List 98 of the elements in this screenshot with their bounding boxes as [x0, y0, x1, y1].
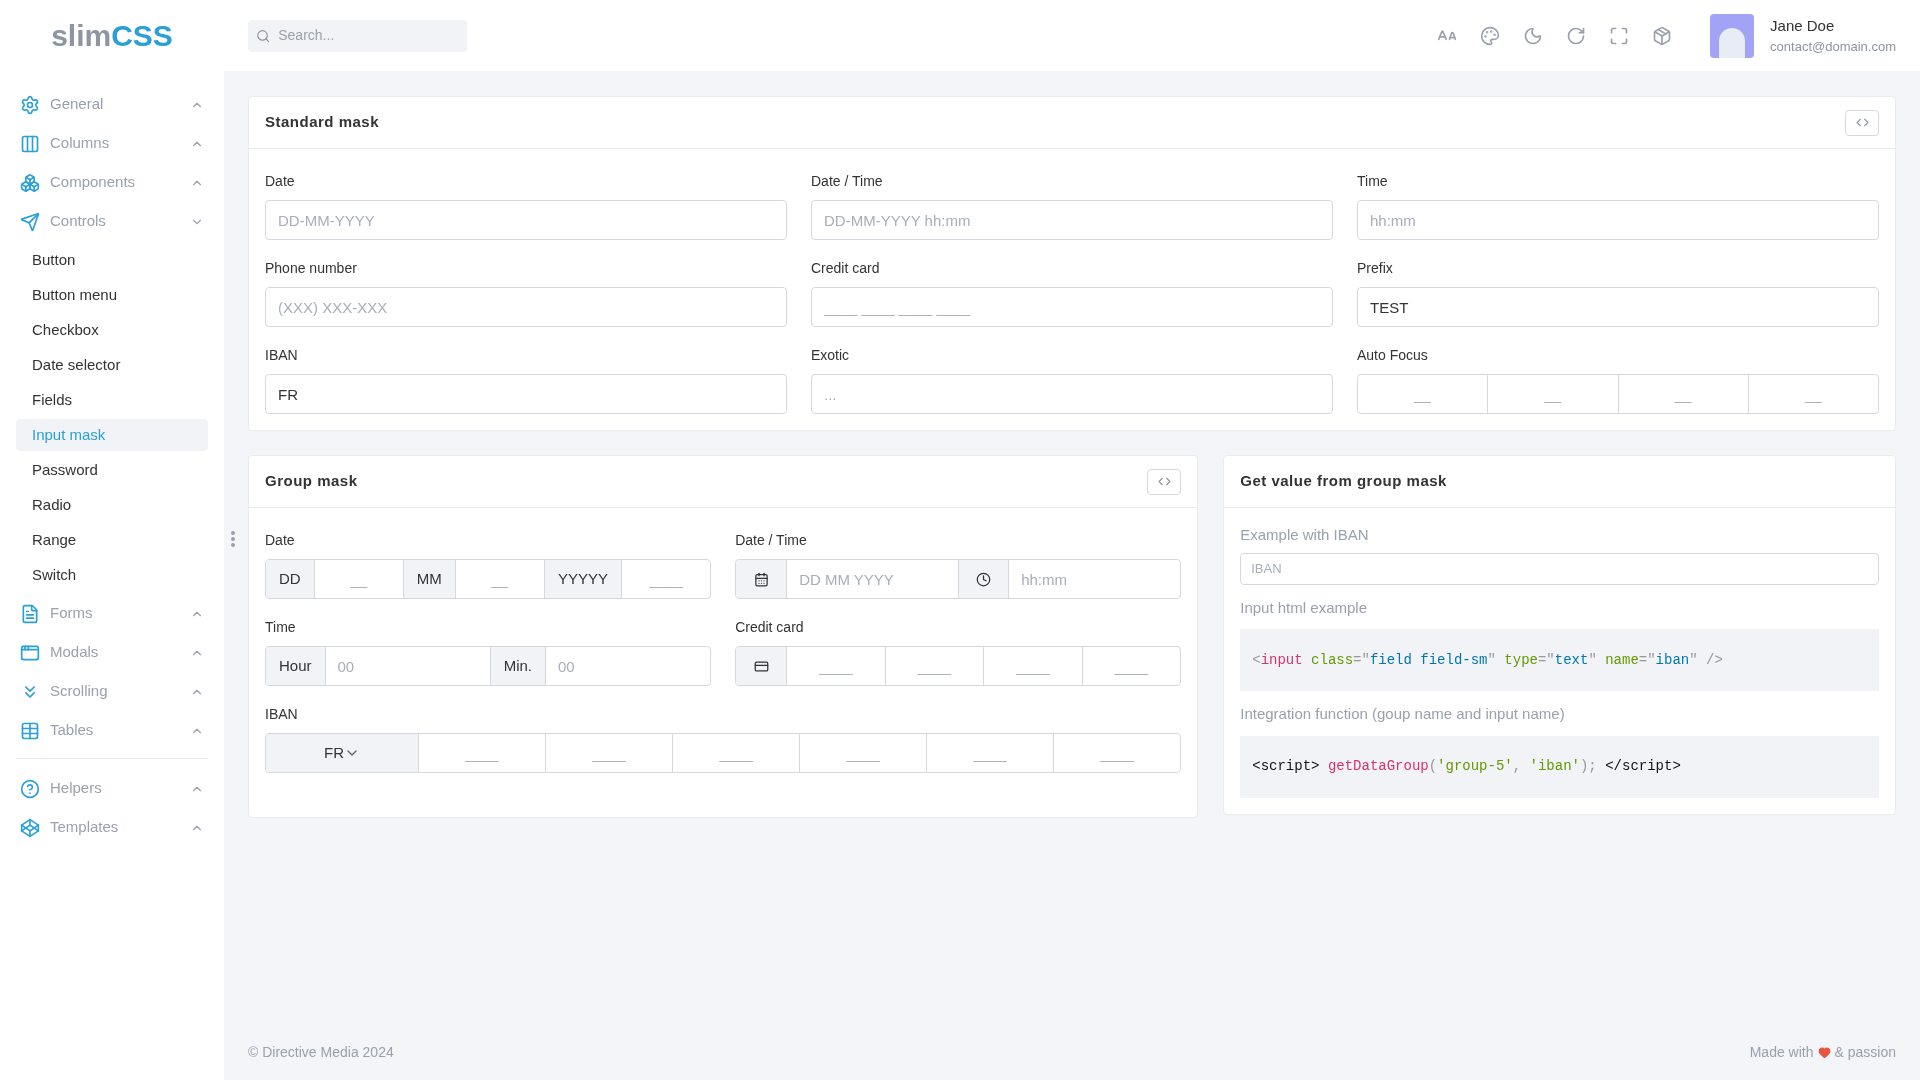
section-label: Input html example — [1240, 597, 1368, 618]
input-field[interactable]: ____ ____ ____ ____ — [811, 287, 1333, 327]
help-icon — [20, 778, 40, 799]
iban-field[interactable]: IBAN — [1240, 552, 1879, 585]
code-button[interactable] — [1845, 109, 1879, 136]
nav-item[interactable]: Fields — [16, 384, 208, 416]
card-title: Group mask — [265, 471, 358, 492]
input-field[interactable]: TEST — [1357, 287, 1879, 327]
field-label: IBAN — [265, 346, 299, 365]
segment-field[interactable]: ____ — [545, 734, 673, 772]
input-group[interactable]: DD __ MM __ YYYYY ____ — [265, 559, 712, 599]
avatar[interactable] — [1710, 13, 1755, 58]
moon-icon[interactable] — [1523, 25, 1544, 46]
input-group[interactable]: FR ____ ____ ____ ____ ____ ____ — [265, 733, 1182, 773]
field-label: Exotic — [811, 346, 851, 365]
search-icon — [256, 27, 271, 44]
fullscreen-icon[interactable] — [1609, 25, 1630, 46]
footer-text: & passion — [1834, 1042, 1896, 1062]
addon-label: DD — [266, 560, 314, 598]
section-label: Integration function (goup name and input name) — [1240, 704, 1566, 724]
cubes-icon — [20, 172, 40, 193]
card-title: Get value from group mask — [1240, 471, 1447, 492]
nav-item[interactable]: Date selector — [16, 349, 208, 381]
nav-item[interactable]: Switch — [16, 559, 208, 591]
nav-item[interactable]: Password — [16, 454, 208, 486]
segment-field[interactable]: ____ — [983, 647, 1082, 685]
cube-outline-icon — [20, 817, 40, 838]
field-label: Prefix — [1357, 259, 1394, 278]
nav-item[interactable]: Checkbox — [16, 314, 208, 346]
code-icon — [1855, 116, 1869, 129]
addon-label: Min. — [489, 647, 545, 685]
nav-item[interactable]: Button — [16, 244, 208, 276]
card-title: Standard mask — [265, 112, 380, 133]
copyright-text: © Directive Media 2024 — [248, 1042, 394, 1062]
segment-field[interactable]: ____ — [926, 734, 1054, 772]
segment-field[interactable]: ____ — [621, 560, 711, 598]
segment-field[interactable]: ____ — [799, 734, 927, 772]
nav-item[interactable]: Radio — [16, 489, 208, 521]
input-field[interactable]: DD-MM-YYYY — [265, 200, 787, 240]
search-bar[interactable]: Search... — [248, 19, 467, 52]
calendar-icon — [753, 571, 769, 587]
search-input[interactable]: Search... — [278, 25, 459, 46]
box-icon[interactable] — [1652, 25, 1673, 46]
segment-field[interactable]: ____ — [786, 647, 885, 685]
input-field[interactable]: DD-MM-YYYY hh:mm — [811, 200, 1333, 240]
addon-label: MM — [402, 560, 455, 598]
code-icon — [1157, 475, 1171, 488]
input-field[interactable]: FR — [265, 374, 787, 414]
field-label: Date — [265, 531, 296, 550]
columns-icon — [20, 133, 40, 154]
addon-label: Hour — [266, 647, 325, 685]
input-field[interactable]: ... — [811, 374, 1333, 414]
clock-icon — [976, 571, 992, 587]
field-label: Credit card — [811, 259, 881, 278]
input-group[interactable]: Hour 00 Min. 00 — [265, 646, 712, 686]
paper-plane-icon — [20, 211, 40, 232]
credit-card-icon — [753, 658, 769, 674]
nav-item[interactable]: Button menu — [16, 279, 208, 311]
segment-field[interactable]: __ — [313, 560, 403, 598]
segment-field[interactable]: ____ — [1081, 647, 1181, 685]
code-block: <input class="field field-sm" type="text" name="iban" /> — [1240, 629, 1879, 691]
code-block: <script> getDataGroup('group-5', 'iban'); </script> — [1240, 735, 1879, 798]
input-group[interactable]: DD MM YYYY hh:mm — [735, 559, 1182, 599]
field-label: Phone number — [265, 259, 358, 278]
addon-label: YYYYY — [543, 560, 621, 598]
user-email: contact@domain.com — [1770, 38, 1896, 56]
segment-field[interactable]: ____ — [418, 734, 546, 772]
resize-handle[interactable] — [231, 531, 235, 547]
gear-icon — [20, 94, 40, 115]
code-button[interactable] — [1147, 468, 1182, 495]
section-label: Example with IBAN — [1240, 525, 1370, 545]
table-icon — [20, 720, 40, 741]
segment-field[interactable]: ____ — [672, 734, 800, 772]
field-label: Date / Time — [811, 172, 884, 191]
segment-field[interactable]: ____ — [884, 647, 984, 685]
segment-field[interactable]: 00 — [545, 647, 711, 685]
input-field[interactable]: hh:mm — [1357, 200, 1879, 240]
user-name: Jane Doe — [1770, 15, 1836, 36]
footer-text: Made with — [1749, 1042, 1814, 1062]
field-label: Auto Focus — [1357, 346, 1429, 365]
refresh-icon[interactable] — [1566, 25, 1587, 46]
segment-field[interactable]: 00 — [324, 647, 490, 685]
input-field[interactable]: (XXX) XXX-XXX — [265, 287, 787, 327]
nav-item[interactable]: Range — [16, 524, 208, 556]
field-label: IBAN — [265, 705, 299, 724]
country-select[interactable]: FR — [266, 734, 418, 772]
segment-field[interactable]: __ — [454, 560, 544, 598]
file-icon — [20, 603, 40, 624]
palette-icon[interactable] — [1480, 25, 1501, 46]
segment-field[interactable]: hh:mm — [1008, 560, 1181, 598]
heart-icon — [1817, 1045, 1831, 1059]
field-label: Time — [265, 618, 297, 637]
field-label: Time — [1357, 172, 1389, 191]
field-label: Date — [265, 172, 296, 191]
field-label: Date / Time — [735, 531, 808, 550]
field-label: Credit card — [735, 618, 805, 637]
segment-field[interactable]: ____ — [1053, 734, 1181, 772]
input-group[interactable]: ____ ____ ____ ____ — [735, 646, 1182, 686]
